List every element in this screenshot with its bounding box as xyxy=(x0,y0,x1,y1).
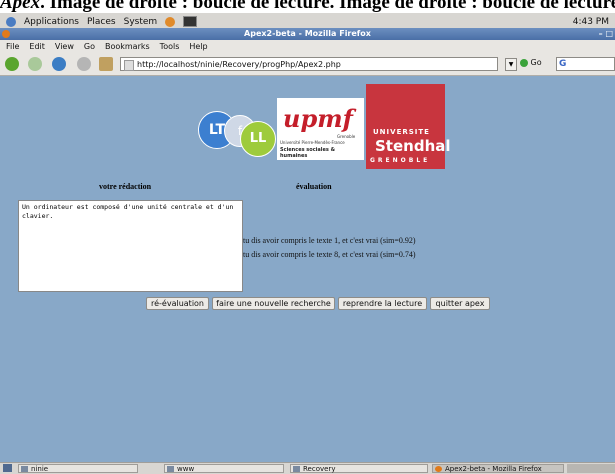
task-recovery[interactable]: Recovery xyxy=(290,464,428,473)
upmf-tagline: Sciences sociales & humaines xyxy=(280,147,335,159)
upmf-city: Grenoble xyxy=(337,134,356,139)
folder-icon xyxy=(21,466,28,472)
stendhal-name: Stendhal xyxy=(375,137,451,155)
back-icon[interactable] xyxy=(5,57,19,71)
forward-icon[interactable] xyxy=(28,57,42,71)
stendhal-grenoble: GRENOBLE xyxy=(370,157,431,164)
page-icon xyxy=(124,60,134,71)
stop-icon[interactable] xyxy=(77,57,91,71)
folder-icon xyxy=(293,466,300,472)
menu-applications[interactable]: Applications xyxy=(24,17,79,27)
task-firefox[interactable]: Apex2-beta - Mozilla Firefox xyxy=(432,464,564,473)
menu-view[interactable]: View xyxy=(55,42,74,51)
stendhal-universite: UNIVERSITE xyxy=(373,128,430,136)
firefox-icon xyxy=(2,30,10,38)
task-www[interactable]: www xyxy=(164,464,284,473)
url-dropdown-button[interactable]: ▼ xyxy=(505,58,517,71)
go-button[interactable]: Go xyxy=(520,58,542,67)
window-title: Apex2-beta - Mozilla Firefox xyxy=(244,29,371,38)
task-label: Recovery xyxy=(303,465,336,473)
upmf-university: Université Pierre-Mendès-France xyxy=(280,140,345,145)
reevaluate-button[interactable]: ré-évaluation xyxy=(146,297,209,310)
lt-f-ll-logo: LT f LL xyxy=(192,105,284,157)
menu-go[interactable]: Go xyxy=(84,42,95,51)
task-label: Apex2-beta - Mozilla Firefox xyxy=(445,465,542,473)
reload-icon[interactable] xyxy=(52,57,66,71)
go-icon xyxy=(520,58,528,67)
show-desktop-icon[interactable] xyxy=(3,464,12,472)
quit-apex-button[interactable]: quitter apex xyxy=(430,297,490,310)
navigation-toolbar: http://localhost/ninie/Recovery/progPhp/… xyxy=(0,53,615,76)
new-search-button[interactable]: faire une nouvelle recherche xyxy=(212,297,335,310)
workspace-switcher[interactable] xyxy=(567,464,615,473)
evaluation-result-2: tu dis avoir compris le texte 8, et c'es… xyxy=(243,250,416,259)
resume-reading-button[interactable]: reprendre la lecture xyxy=(338,297,427,310)
menu-system[interactable]: System xyxy=(124,17,158,27)
window-controls[interactable]: – □ xyxy=(599,28,613,40)
menu-help[interactable]: Help xyxy=(189,42,207,51)
firefox-task-icon xyxy=(435,466,442,472)
task-label: ninie xyxy=(31,465,49,473)
menubar: File Edit View Go Bookmarks Tools Help xyxy=(0,40,615,53)
google-search-icon: G xyxy=(559,59,567,69)
stendhal-logo: UNIVERSITE Stendhal GRENOBLE xyxy=(366,84,451,169)
task-label: www xyxy=(177,465,195,473)
search-input[interactable]: G xyxy=(556,57,615,71)
essay-textarea[interactable]: Un ordinateur est composé d'une unité ce… xyxy=(18,200,243,292)
panel-menus: Applications Places System xyxy=(6,16,198,27)
home-icon[interactable] xyxy=(99,57,113,71)
terminal-launcher-icon[interactable] xyxy=(183,16,198,27)
address-url: http://localhost/ninie/Recovery/progPhp/… xyxy=(137,60,341,69)
essay-heading: votre rédaction xyxy=(99,182,152,191)
menu-places[interactable]: Places xyxy=(87,17,116,27)
menu-bookmarks[interactable]: Bookmarks xyxy=(105,42,150,51)
caption-emphasis: Apex xyxy=(0,0,41,13)
go-label: Go xyxy=(530,58,542,67)
menu-file[interactable]: File xyxy=(6,42,19,51)
figure-caption: Apex. Image de droite : boucle de lectur… xyxy=(0,0,615,13)
panel-clock[interactable]: 4:43 PM xyxy=(573,17,609,27)
address-bar[interactable]: http://localhost/ninie/Recovery/progPhp/… xyxy=(120,57,498,71)
evaluation-heading: évaluation xyxy=(296,182,332,191)
bottom-taskbar: ninie www Recovery Apex2-beta - Mozilla … xyxy=(0,462,615,474)
gnome-foot-icon[interactable] xyxy=(6,16,16,27)
folder-icon xyxy=(167,466,174,472)
task-ninie[interactable]: ninie xyxy=(18,464,138,473)
page-content: LT f LL upmf Grenoble Université Pierre-… xyxy=(0,76,615,462)
caption-text: . Image de droite : boucle de lecture. I… xyxy=(40,0,615,13)
window-titlebar[interactable]: Apex2-beta - Mozilla Firefox – □ xyxy=(0,28,615,40)
upmf-wordmark: upmf xyxy=(283,104,353,133)
upmf-logo: upmf Grenoble Université Pierre-Mendès-F… xyxy=(277,98,364,160)
evaluation-result-1: tu dis avoir compris le texte 1, et c'es… xyxy=(243,236,416,245)
menu-edit[interactable]: Edit xyxy=(29,42,45,51)
browser-launcher-icon[interactable] xyxy=(165,16,176,27)
menu-tools[interactable]: Tools xyxy=(160,42,180,51)
logo-bubble-ll: LL xyxy=(240,121,276,157)
